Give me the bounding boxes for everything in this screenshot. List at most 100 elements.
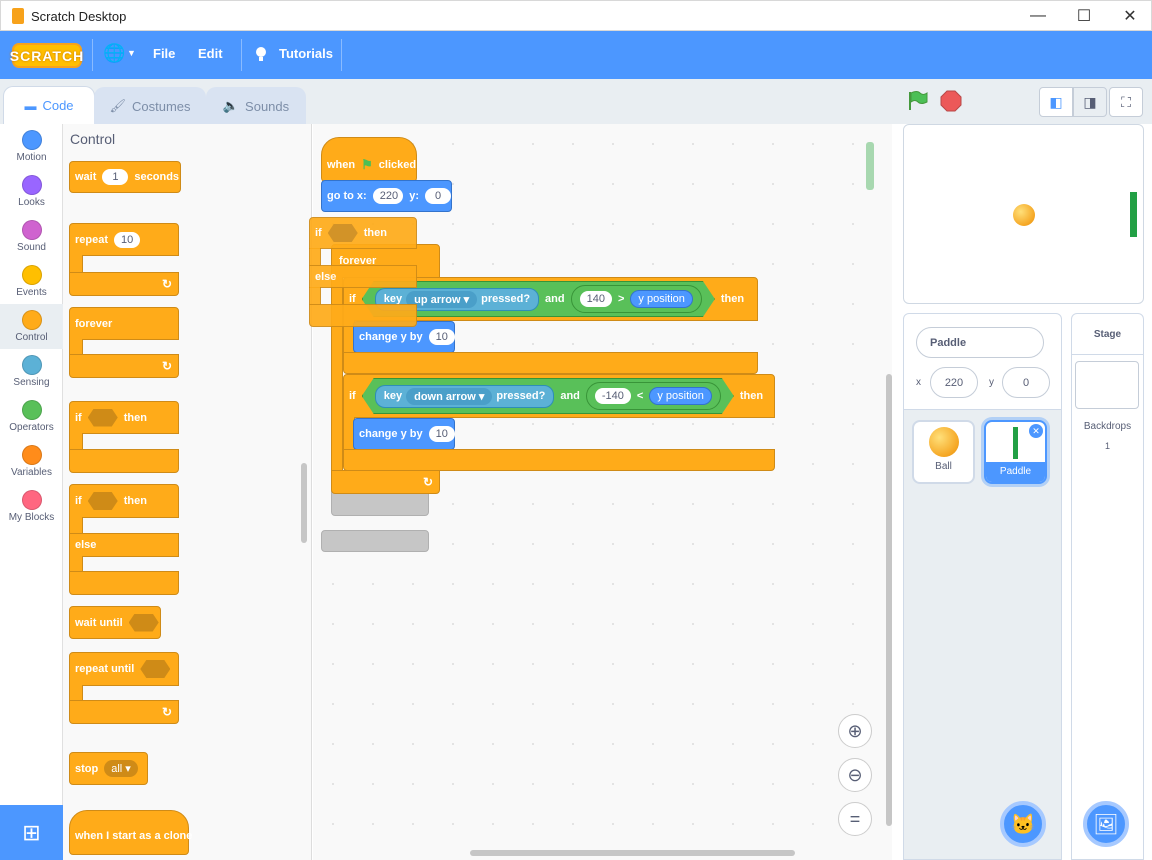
category-my-blocks[interactable]: My Blocks	[0, 484, 63, 529]
dragged-if-arm	[309, 287, 321, 305]
close-button[interactable]: ✕	[1107, 1, 1152, 31]
y-position-reporter[interactable]: y position	[630, 290, 692, 308]
script-horizontal-scrollbar[interactable]	[470, 850, 795, 856]
change-input[interactable]: 10	[428, 426, 455, 442]
category-motion[interactable]: Motion	[0, 124, 63, 169]
block-label: repeat until	[75, 663, 135, 675]
sprite-tile-ball[interactable]: Ball	[912, 420, 975, 484]
category-variables[interactable]: Variables	[0, 439, 63, 484]
sprite-name-input[interactable]: Paddle	[916, 327, 1044, 358]
fullscreen-button[interactable]: ⛶	[1109, 87, 1143, 117]
zoom-in-button[interactable]: ⊕	[838, 714, 872, 748]
change-input[interactable]: 10	[428, 329, 455, 345]
less-than-operator[interactable]: -140 < y position	[586, 382, 721, 410]
y-position-reporter[interactable]: y position	[649, 387, 711, 405]
if-else-block[interactable]: if then	[69, 484, 179, 518]
condition-slot[interactable]	[327, 224, 358, 242]
block-label: if	[75, 411, 82, 424]
forever-block[interactable]: forever	[69, 307, 179, 340]
scratch-logo[interactable]: SCRATCH	[10, 43, 83, 68]
block-label: when	[327, 158, 356, 171]
if-down-arrow-block[interactable]: if key down arrow ▾ pressed? and -140 < …	[343, 374, 775, 418]
x-input[interactable]: 220	[372, 188, 404, 204]
forever-block-end: ↻	[69, 354, 179, 378]
tab-code[interactable]: ▬ Code	[3, 86, 95, 124]
motion-dot-icon	[21, 130, 42, 150]
greater-than-operator[interactable]: 140 > y position	[571, 285, 702, 313]
menu-bar: SCRATCH 🌐 ▼ File Edit Tutorials	[0, 31, 1152, 79]
category-label: Sound	[17, 242, 46, 253]
small-stage-icon: ◧	[1049, 93, 1063, 110]
go-to-xy-block[interactable]: go to x: 220 y: 0	[321, 180, 452, 212]
palette-scrollbar[interactable]	[301, 463, 307, 543]
stop-icon[interactable]	[940, 90, 962, 112]
add-extension-icon: ⊞	[22, 819, 41, 845]
sprite-tile-paddle[interactable]: Paddle ✕	[984, 420, 1047, 484]
sprite-y-input[interactable]: 0	[1002, 367, 1050, 398]
green-flag-icon[interactable]	[907, 90, 929, 112]
if-then-block[interactable]: if then	[69, 401, 179, 434]
condition-slot[interactable]	[87, 492, 118, 510]
backdrop-thumbnail[interactable]	[1075, 361, 1139, 409]
sprite-x-input[interactable]: 220	[930, 367, 978, 398]
add-backdrop-button[interactable]: 🖼	[1083, 801, 1129, 847]
dragged-if-else-block[interactable]: if then	[309, 217, 417, 249]
tab-sounds[interactable]: 🔈 Sounds	[206, 87, 306, 124]
wait-until-block[interactable]: wait until	[69, 606, 161, 639]
sprite-list: Ball Paddle ✕	[903, 409, 1062, 860]
maximize-button[interactable]: ☐	[1061, 1, 1107, 31]
file-menu[interactable]: File	[153, 46, 175, 61]
category-operators[interactable]: Operators	[0, 394, 63, 439]
add-sprite-button[interactable]: 🐱	[1000, 801, 1046, 847]
category-control[interactable]: Control	[0, 304, 63, 349]
number-input[interactable]: -140	[595, 388, 631, 404]
wait-block[interactable]: wait 1 seconds	[69, 161, 181, 193]
change-y-block[interactable]: change y by 10	[353, 418, 455, 450]
block-label: clicked	[378, 158, 417, 171]
repeat-until-block[interactable]: repeat until	[69, 652, 179, 686]
repeat-block[interactable]: repeat 10	[69, 223, 179, 256]
zoom-out-button[interactable]: ⊖	[838, 758, 872, 792]
condition-slot[interactable]	[140, 660, 171, 678]
minimize-button[interactable]: —	[1015, 1, 1061, 31]
chevron-down-icon[interactable]: ▼	[127, 48, 136, 58]
stop-dropdown[interactable]: all ▾	[104, 760, 138, 777]
when-flag-clicked-block[interactable]: when ⚑ clicked	[321, 137, 417, 182]
wait-input[interactable]: 1	[102, 169, 129, 185]
key-pressed-reporter[interactable]: key down arrow ▾ pressed?	[375, 385, 555, 408]
language-globe-icon[interactable]: 🌐	[103, 43, 125, 64]
ball-sprite[interactable]	[1013, 204, 1035, 226]
script-vertical-scrollbar[interactable]	[886, 374, 892, 826]
condition-slot[interactable]	[128, 613, 159, 632]
tutorials-menu[interactable]: Tutorials	[279, 46, 333, 61]
add-extension-button[interactable]: ⊞	[0, 805, 63, 860]
block-label: if	[315, 227, 322, 239]
category-label: My Blocks	[8, 512, 55, 523]
stage-canvas[interactable]	[903, 124, 1144, 304]
y-input[interactable]: 0	[425, 188, 451, 204]
condition-slot[interactable]	[87, 408, 118, 427]
category-events[interactable]: Events	[0, 259, 63, 304]
category-sensing[interactable]: Sensing	[0, 349, 63, 394]
stage-target-panel[interactable]: Stage Backdrops 1	[1071, 313, 1144, 860]
large-stage-button[interactable]: ◨	[1073, 87, 1107, 117]
category-looks[interactable]: Looks	[0, 169, 63, 214]
category-sound[interactable]: Sound	[0, 214, 63, 259]
block-label: else	[315, 270, 337, 283]
zoom-reset-button[interactable]: =	[838, 802, 872, 836]
app-icon	[12, 8, 24, 24]
small-stage-button[interactable]: ◧	[1039, 87, 1073, 117]
and-operator[interactable]: key down arrow ▾ pressed? and -140 < y p…	[362, 378, 734, 414]
block-label: and	[545, 293, 565, 305]
key-dropdown[interactable]: down arrow ▾	[406, 388, 492, 405]
tab-costumes[interactable]: 🖌 Costumes	[94, 87, 206, 124]
stop-block[interactable]: stop all ▾	[69, 752, 148, 785]
category-label: Variables	[11, 467, 52, 478]
window-title: Scratch Desktop	[31, 9, 127, 24]
repeat-input[interactable]: 10	[114, 231, 141, 248]
delete-sprite-icon[interactable]: ✕	[1029, 424, 1043, 438]
clone-hat-block[interactable]: when I start as a clone	[69, 810, 192, 855]
number-input[interactable]: 140	[580, 291, 612, 307]
edit-menu[interactable]: Edit	[198, 46, 223, 61]
paddle-sprite[interactable]	[1130, 192, 1137, 237]
